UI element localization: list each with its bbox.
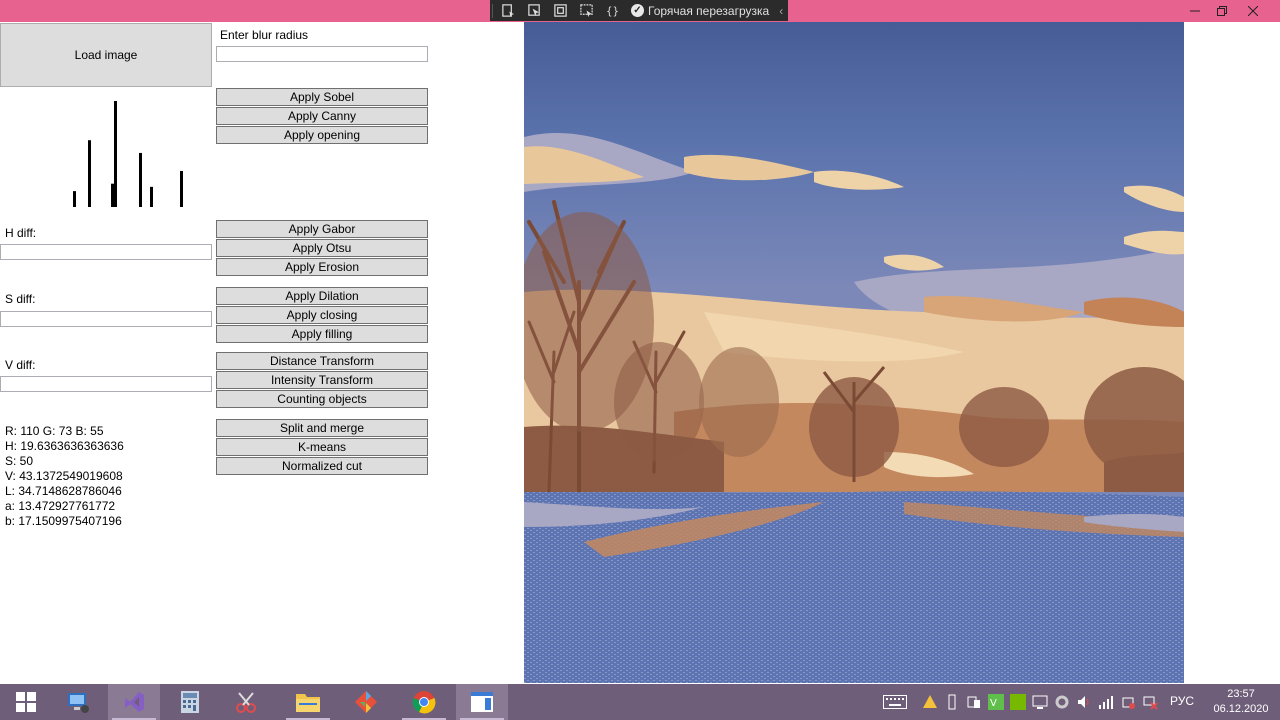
chrome-icon	[412, 691, 436, 714]
visual-studio-icon	[125, 692, 144, 712]
histogram-bar	[180, 170, 183, 207]
l-value: L: 34.7148628786046	[5, 484, 122, 498]
distance-transform-button[interactable]: Distance Transform	[216, 352, 428, 370]
vpn-icon[interactable]: V	[988, 694, 1004, 710]
power-icon[interactable]	[1120, 694, 1136, 710]
histogram-bar	[139, 152, 142, 207]
minimize-button[interactable]	[1180, 0, 1210, 21]
git-icon	[355, 691, 377, 713]
h-diff-input[interactable]	[0, 244, 212, 260]
app-window-icon	[471, 692, 493, 712]
a-value: a: 13.472927761772	[5, 499, 116, 513]
load-image-button[interactable]: Load image	[0, 23, 212, 87]
monitor-icon[interactable]	[1032, 694, 1048, 710]
taskbar: V РУС 23:57 06.12.2020	[0, 684, 1280, 720]
scissors-icon	[236, 692, 256, 713]
clock[interactable]: 23:57 06.12.2020	[1210, 687, 1272, 717]
taskbar-calculator[interactable]	[164, 684, 216, 720]
apply-gabor-button[interactable]: Apply Gabor	[216, 220, 428, 238]
taskbar-chrome[interactable]	[398, 684, 450, 720]
split-and-merge-button[interactable]: Split and merge	[216, 419, 428, 437]
histogram	[73, 101, 183, 207]
taskbar-snipping-tool[interactable]	[220, 684, 272, 720]
nvidia-icon[interactable]	[1010, 694, 1026, 710]
normalized-cut-button[interactable]: Normalized cut	[216, 457, 428, 475]
histogram-bar	[111, 183, 114, 207]
calculator-icon	[181, 691, 199, 713]
title-bar: {} ✓ Горячая перезагрузка ‹	[0, 0, 1280, 22]
taskbar-wpf-app[interactable]	[456, 684, 508, 720]
input-language[interactable]: РУС	[1170, 694, 1194, 708]
histogram-bar	[114, 101, 117, 207]
s-value: S: 50	[5, 454, 34, 468]
close-button[interactable]	[1238, 0, 1268, 21]
taskbar-git[interactable]	[340, 684, 392, 720]
start-button[interactable]	[0, 684, 52, 720]
usb-icon[interactable]	[944, 694, 960, 710]
keyboard-icon[interactable]	[882, 694, 908, 710]
b-value: b: 17.1509975407196	[5, 514, 122, 528]
v-diff-input[interactable]	[0, 376, 212, 392]
processed-image	[524, 22, 1184, 683]
check-icon: ✓	[631, 4, 644, 17]
live-visual-tree-icon[interactable]	[495, 0, 521, 21]
apply-closing-button[interactable]: Apply closing	[216, 306, 428, 324]
v-value: V: 43.1372549019608	[5, 469, 123, 483]
h-diff-label: H diff:	[5, 226, 37, 240]
volume-icon[interactable]	[1076, 694, 1092, 710]
histogram-bar	[88, 140, 91, 207]
intensity-transform-button[interactable]: Intensity Transform	[216, 371, 428, 389]
apply-filling-button[interactable]: Apply filling	[216, 325, 428, 343]
windows-icon	[16, 692, 36, 712]
rgb-value: R: 110 G: 73 B: 55	[5, 424, 104, 438]
taskbar-file-explorer[interactable]	[282, 684, 334, 720]
restore-button[interactable]	[1207, 0, 1237, 21]
apply-erosion-button[interactable]: Apply Erosion	[216, 258, 428, 276]
taskbar-visual-studio[interactable]	[108, 684, 160, 720]
folder-icon	[296, 694, 320, 712]
taskbar-remote-desktop[interactable]	[52, 684, 104, 720]
svg-text:{}: {}	[605, 5, 618, 17]
display-adorners-icon[interactable]	[547, 0, 573, 21]
signal-icon[interactable]	[1098, 694, 1114, 710]
warning-icon[interactable]	[922, 694, 938, 710]
network-error-icon[interactable]	[1142, 694, 1158, 710]
settings-icon[interactable]	[1054, 694, 1070, 710]
histogram-bar	[150, 186, 153, 207]
k-means-button[interactable]: K-means	[216, 438, 428, 456]
apply-opening-button[interactable]: Apply opening	[216, 126, 428, 144]
apply-otsu-button[interactable]: Apply Otsu	[216, 239, 428, 257]
s-diff-label: S diff:	[5, 292, 36, 306]
select-element-icon[interactable]	[521, 0, 547, 21]
track-focus-icon[interactable]	[573, 0, 599, 21]
binding-failures-icon[interactable]: {}	[599, 0, 625, 21]
apply-sobel-button[interactable]: Apply Sobel	[216, 88, 428, 106]
toolbar-separator	[492, 3, 493, 18]
collapse-toolbar-icon[interactable]: ‹	[779, 4, 783, 18]
histogram-bar	[73, 191, 76, 207]
color-info: R: 110 G: 73 B: 55 H: 19.6363636363636 S…	[5, 424, 124, 529]
clock-date: 06.12.2020	[1213, 703, 1269, 715]
hot-reload-label: Горячая перезагрузка	[648, 3, 770, 18]
counting-objects-button[interactable]: Counting objects	[216, 390, 428, 408]
debug-toolbar: {} ✓ Горячая перезагрузка ‹	[490, 0, 788, 21]
blur-radius-input[interactable]	[216, 46, 428, 62]
network-share-icon[interactable]	[966, 694, 982, 710]
clock-time: 23:57	[1227, 688, 1255, 700]
remote-desktop-icon	[68, 693, 89, 713]
s-diff-input[interactable]	[0, 311, 212, 327]
svg-text:V: V	[990, 698, 997, 709]
h-value: H: 19.6363636363636	[5, 439, 124, 453]
hot-reload-status[interactable]: ✓ Горячая перезагрузка	[631, 4, 769, 18]
v-diff-label: V diff:	[5, 358, 36, 372]
apply-canny-button[interactable]: Apply Canny	[216, 107, 428, 125]
apply-dilation-button[interactable]: Apply Dilation	[216, 287, 428, 305]
blur-radius-label: Enter blur radius	[220, 28, 309, 42]
